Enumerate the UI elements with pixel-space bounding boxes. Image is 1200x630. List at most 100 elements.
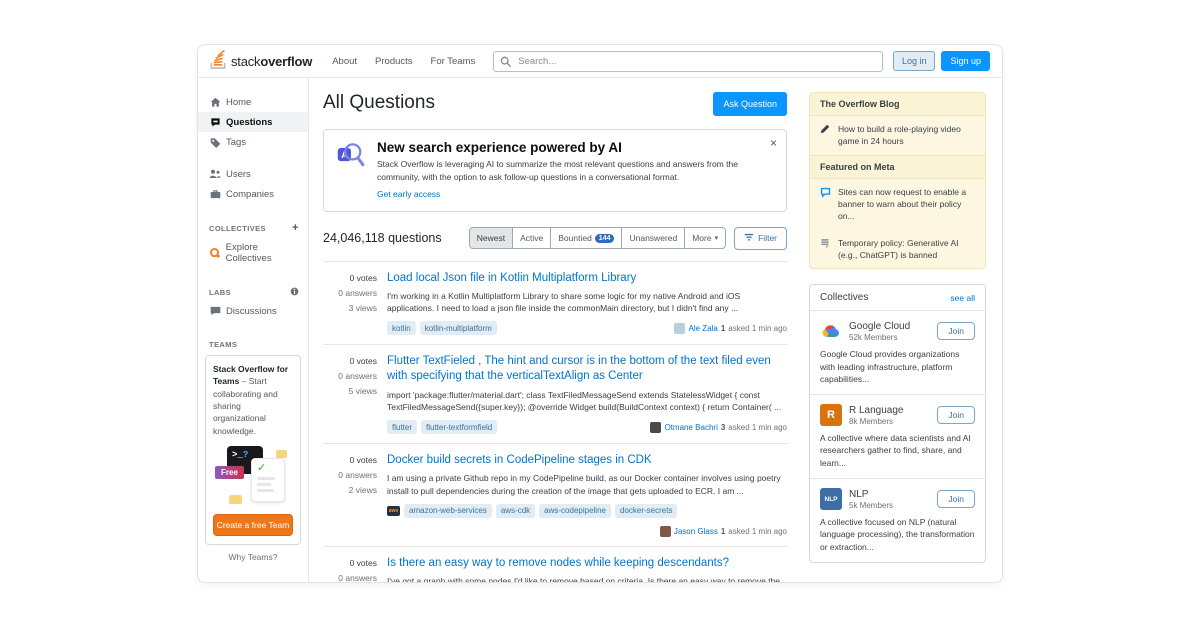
sidebar-item-label: Questions bbox=[226, 117, 272, 128]
pencil-icon bbox=[820, 123, 831, 148]
sidebar-item-label: Companies bbox=[226, 189, 274, 200]
tag-aws-cdk[interactable]: aws-cdk bbox=[496, 504, 535, 518]
login-button[interactable]: Log in bbox=[893, 51, 936, 71]
tab-more[interactable]: More▾ bbox=[684, 228, 725, 248]
tag-kotlin[interactable]: kotlin bbox=[387, 321, 416, 335]
close-icon[interactable]: × bbox=[770, 137, 777, 149]
meta-item[interactable]: Temporary policy: Generative AI (e.g., C… bbox=[810, 230, 985, 269]
question-row: 0 votes 0 answers 3 views Load local Jso… bbox=[323, 261, 787, 345]
comment-icon bbox=[820, 186, 831, 223]
filter-button[interactable]: Filter bbox=[734, 227, 787, 250]
sidebar-item-label: Explore Collectives bbox=[226, 242, 304, 264]
collective-description: A collective where data scientists and A… bbox=[820, 432, 975, 469]
tab-unanswered[interactable]: Unanswered bbox=[621, 228, 684, 248]
sidebar-item-label: Home bbox=[226, 97, 251, 108]
stackoverflow-logo[interactable]: stackoverflow bbox=[210, 49, 312, 74]
user-reputation: 3 bbox=[721, 423, 725, 432]
question-stats: 0 votes 0 answers 6 views bbox=[323, 556, 377, 583]
meta-item[interactable]: Sites can now request to enable a banner… bbox=[810, 179, 985, 230]
ai-search-banner: A New search experience powered by AI St… bbox=[323, 129, 787, 212]
tab-newest[interactable]: Newest bbox=[470, 228, 512, 248]
info-icon[interactable] bbox=[290, 287, 299, 298]
tab-active[interactable]: Active bbox=[512, 228, 550, 248]
banner-description: Stack Overflow is leveraging AI to summa… bbox=[377, 158, 760, 184]
tag-flutter-textformfield[interactable]: flutter-textformfield bbox=[421, 420, 497, 434]
sidebar-item-companies[interactable]: Companies bbox=[198, 184, 308, 204]
sidebar-item-discussions[interactable]: Discussions bbox=[198, 301, 308, 321]
asked-time: asked 1 min ago bbox=[728, 423, 787, 432]
user-link[interactable]: Jason Glass bbox=[674, 527, 718, 536]
home-icon bbox=[209, 97, 221, 108]
nav-about[interactable]: About bbox=[324, 52, 365, 71]
sidebar-item-label: Discussions bbox=[226, 306, 277, 317]
nav-for-teams[interactable]: For Teams bbox=[423, 52, 484, 71]
why-teams-link[interactable]: Why Teams? bbox=[198, 552, 308, 562]
chat-bubble-icon bbox=[276, 450, 287, 458]
nlp-logo-icon: NLP bbox=[820, 488, 842, 510]
search-bar bbox=[493, 51, 883, 72]
questions-icon bbox=[209, 117, 221, 128]
join-button[interactable]: Join bbox=[937, 490, 975, 508]
free-badge: Free bbox=[215, 466, 244, 479]
question-title-link[interactable]: Is there an easy way to remove nodes whi… bbox=[387, 556, 787, 571]
avatar[interactable] bbox=[650, 422, 661, 433]
blog-item[interactable]: How to build a role-playing video game i… bbox=[810, 116, 985, 155]
check-icon: ✓ bbox=[257, 463, 279, 474]
join-button[interactable]: Join bbox=[937, 406, 975, 424]
tag-docker-secrets[interactable]: docker-secrets bbox=[615, 504, 677, 518]
collective-nlp: NLP NLP 5k Members Join A collective foc… bbox=[810, 479, 985, 562]
labs-section-header: LABS bbox=[198, 284, 308, 301]
question-title-link[interactable]: Docker build secrets in CodePipeline sta… bbox=[387, 453, 787, 468]
question-excerpt: I'm working in a Kotlin Multiplatform Li… bbox=[387, 290, 787, 316]
get-early-access-link[interactable]: Get early access bbox=[377, 189, 440, 199]
sidebar-item-users[interactable]: Users bbox=[198, 164, 308, 184]
avatar[interactable] bbox=[660, 526, 671, 537]
search-input[interactable] bbox=[493, 51, 883, 72]
tag-aws-codepipeline[interactable]: aws-codepipeline bbox=[539, 504, 611, 518]
question-excerpt: import 'package:flutter/material.dart'; … bbox=[387, 389, 787, 415]
collective-name-link[interactable]: R Language bbox=[849, 405, 930, 416]
collective-name-link[interactable]: NLP bbox=[849, 489, 930, 500]
tag-flutter[interactable]: flutter bbox=[387, 420, 417, 434]
collectives-widget-title: Collectives bbox=[820, 292, 868, 303]
blog-widget-header: The Overflow Blog bbox=[810, 93, 985, 116]
page-title: All Questions bbox=[323, 92, 435, 114]
user-link[interactable]: Otmane Bachri bbox=[664, 423, 717, 432]
top-navigation-bar: stackoverflow About Products For Teams L… bbox=[198, 45, 1002, 78]
user-link[interactable]: Ale Zala bbox=[688, 324, 717, 333]
nav-products[interactable]: Products bbox=[367, 52, 421, 71]
create-free-team-button[interactable]: Create a free Team bbox=[213, 514, 293, 536]
question-row: 0 votes 0 answers 5 views Flutter TextFi… bbox=[323, 344, 787, 443]
question-filter-bar: 24,046,118 questions Newest Active Bount… bbox=[323, 227, 787, 250]
sidebar-item-tags[interactable]: Tags bbox=[198, 132, 308, 152]
sidebar-item-questions[interactable]: Questions bbox=[198, 112, 308, 132]
sidebar-item-home[interactable]: Home bbox=[198, 92, 308, 112]
signup-button[interactable]: Sign up bbox=[941, 51, 990, 71]
asked-time: asked 1 min ago bbox=[728, 527, 787, 536]
right-sidebar: The Overflow Blog How to build a role-pl… bbox=[801, 78, 1002, 583]
asked-time: asked 1 min ago bbox=[728, 324, 787, 333]
question-title-link[interactable]: Load local Json file in Kotlin Multiplat… bbox=[387, 271, 787, 286]
see-all-link[interactable]: see all bbox=[950, 293, 975, 303]
sidebar-item-explore-collectives[interactable]: Explore Collectives bbox=[198, 237, 308, 268]
question-count: 24,046,118 questions bbox=[323, 231, 469, 245]
question-stats: 0 votes 0 answers 3 views bbox=[323, 271, 377, 336]
meta-widget-header: Featured on Meta bbox=[810, 155, 985, 179]
question-title-link[interactable]: Flutter TextFieled , The hint and cursor… bbox=[387, 354, 787, 384]
join-button[interactable]: Join bbox=[937, 322, 975, 340]
collective-description: A collective focused on NLP (natural lan… bbox=[820, 516, 975, 553]
avatar[interactable] bbox=[674, 323, 685, 334]
add-collective-icon[interactable]: + bbox=[292, 223, 299, 234]
tag-kotlin-multiplatform[interactable]: kotlin-multiplatform bbox=[420, 321, 497, 335]
collective-name-link[interactable]: Google Cloud bbox=[849, 321, 930, 332]
ask-question-button[interactable]: Ask Question bbox=[713, 92, 787, 116]
collective-members: 8k Members bbox=[849, 417, 930, 426]
stack-exchange-icon bbox=[820, 237, 831, 262]
sidebar-item-label: Tags bbox=[226, 137, 246, 148]
users-icon bbox=[209, 169, 221, 179]
overflow-blog-widget: The Overflow Blog How to build a role-pl… bbox=[809, 92, 986, 269]
tag-amazon-web-services[interactable]: amazon-web-services bbox=[404, 504, 492, 518]
question-list: 0 votes 0 answers 3 views Load local Jso… bbox=[323, 261, 787, 584]
tab-bountied[interactable]: Bountied144 bbox=[550, 228, 621, 248]
collective-r-language: R R Language 8k Members Join A collectiv… bbox=[810, 395, 985, 479]
